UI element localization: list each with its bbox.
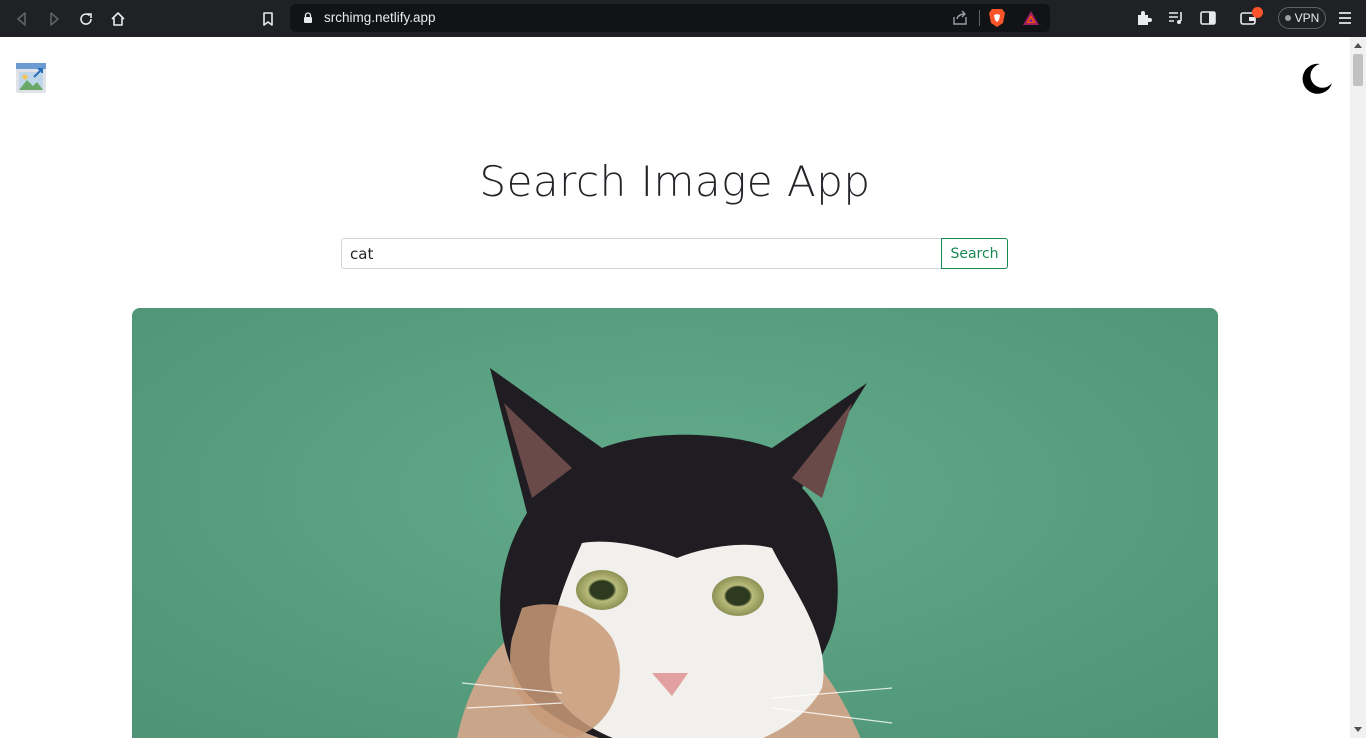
search-button[interactable]: Search bbox=[941, 238, 1008, 269]
brave-shield-icon[interactable] bbox=[988, 8, 1006, 28]
share-icon[interactable] bbox=[952, 10, 968, 26]
browser-toolbar: srchimg.netlify.app VPN bbox=[0, 0, 1366, 37]
search-input[interactable] bbox=[341, 238, 942, 269]
forward-icon[interactable] bbox=[43, 8, 65, 30]
brave-rewards-icon[interactable] bbox=[1022, 9, 1040, 27]
bookmark-icon[interactable] bbox=[257, 8, 279, 30]
app-logo-icon[interactable] bbox=[16, 63, 46, 93]
result-image-card[interactable] bbox=[132, 308, 1218, 738]
scrollbar-thumb[interactable] bbox=[1353, 54, 1363, 86]
vpn-button[interactable]: VPN bbox=[1278, 7, 1326, 29]
scroll-up-icon[interactable] bbox=[1354, 43, 1362, 48]
playlist-icon[interactable] bbox=[1167, 9, 1185, 27]
address-bar[interactable]: srchimg.netlify.app bbox=[290, 4, 1050, 32]
extensions-icon[interactable] bbox=[1135, 9, 1153, 27]
address-divider bbox=[979, 10, 980, 26]
url-text: srchimg.netlify.app bbox=[324, 10, 436, 25]
cat-photo bbox=[132, 308, 1218, 738]
sidebar-icon[interactable] bbox=[1199, 9, 1217, 27]
page-title: Search Image App bbox=[479, 157, 871, 206]
dark-mode-toggle-icon[interactable] bbox=[1300, 61, 1334, 95]
scroll-down-icon[interactable] bbox=[1354, 727, 1362, 732]
lock-icon bbox=[304, 12, 312, 23]
vpn-label: VPN bbox=[1294, 11, 1320, 25]
page-scrollbar[interactable] bbox=[1350, 37, 1366, 738]
vpn-status-dot bbox=[1284, 15, 1291, 21]
home-icon[interactable] bbox=[107, 8, 129, 30]
reload-icon[interactable] bbox=[75, 8, 97, 30]
menu-icon[interactable] bbox=[1336, 9, 1354, 27]
notification-badge bbox=[1252, 7, 1263, 18]
back-icon[interactable] bbox=[11, 8, 33, 30]
page-content: Search Image App Search bbox=[0, 37, 1350, 738]
